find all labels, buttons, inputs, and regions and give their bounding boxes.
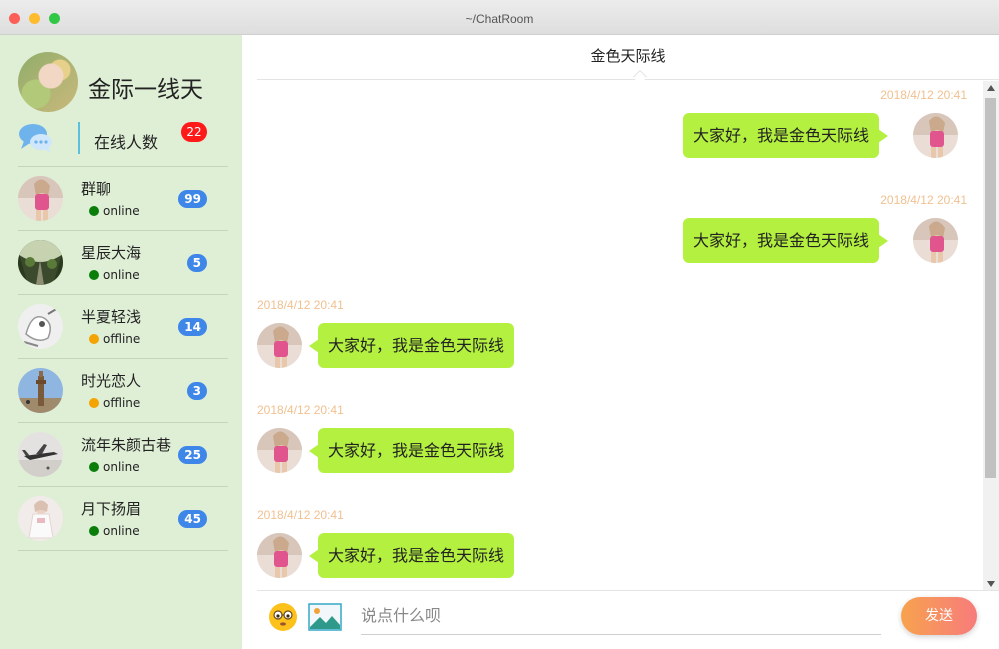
message-bubble: 大家好，我是金色天际线 bbox=[308, 323, 515, 368]
unread-badge: 14 bbox=[178, 318, 207, 336]
message-scrollbar[interactable] bbox=[983, 81, 999, 591]
contact-status: offline bbox=[89, 332, 140, 346]
unread-badge: 25 bbox=[178, 446, 207, 464]
status-dot bbox=[89, 270, 99, 280]
contact-item[interactable]: 月下扬眉 online 45 bbox=[18, 487, 228, 551]
contact-avatar bbox=[18, 240, 63, 285]
chat-panel: 金色天际线 2018/4/12 20:41 大家好，我是金色天际线 2018/4… bbox=[242, 35, 999, 649]
message-item: 2018/4/12 20:41 大家好，我是金色天际线 bbox=[242, 291, 983, 391]
contact-avatar bbox=[18, 496, 63, 541]
status-dot bbox=[89, 206, 99, 216]
sidebar: 金际一线天 在线人数 22 群聊 online 99 星辰大海 online 5… bbox=[0, 35, 242, 649]
contact-status: online bbox=[89, 524, 140, 538]
contact-status-text: offline bbox=[103, 396, 141, 410]
scroll-up-arrow[interactable] bbox=[987, 85, 995, 91]
status-dot bbox=[89, 526, 99, 536]
message-avatar[interactable] bbox=[913, 218, 958, 263]
status-dot bbox=[89, 334, 99, 344]
message-item: 2018/4/12 20:41 大家好，我是金色天际线 bbox=[242, 501, 983, 589]
message-input[interactable] bbox=[361, 597, 881, 635]
chat-bubbles-icon bbox=[19, 124, 52, 153]
message-bubble: 大家好，我是金色天际线 bbox=[308, 428, 515, 473]
message-timestamp: 2018/4/12 20:41 bbox=[257, 508, 344, 522]
contact-status-text: online bbox=[103, 524, 140, 538]
window-titlebar: ~/ChatRoom bbox=[0, 0, 999, 35]
online-count-label: 在线人数 bbox=[94, 133, 159, 152]
my-avatar[interactable] bbox=[18, 52, 78, 112]
unread-badge: 99 bbox=[178, 190, 207, 208]
contact-name: 月下扬眉 bbox=[81, 500, 142, 518]
message-avatar[interactable] bbox=[257, 323, 302, 368]
window-title: ~/ChatRoom bbox=[465, 12, 534, 26]
message-avatar[interactable] bbox=[257, 533, 302, 578]
contact-item[interactable]: 半夏轻浅 offline 14 bbox=[18, 295, 228, 359]
scroll-down-arrow[interactable] bbox=[987, 581, 995, 587]
message-avatar[interactable] bbox=[913, 113, 958, 158]
message-avatar[interactable] bbox=[257, 428, 302, 473]
contact-item[interactable]: 星辰大海 online 5 bbox=[18, 231, 228, 295]
image-landscape-icon[interactable] bbox=[308, 603, 342, 631]
my-username: 金际一线天 bbox=[88, 77, 203, 103]
contact-avatar bbox=[18, 176, 63, 221]
contact-status-text: online bbox=[103, 460, 140, 474]
status-dot bbox=[89, 398, 99, 408]
message-bubble: 大家好，我是金色天际线 bbox=[682, 218, 889, 263]
online-count-badge: 22 bbox=[181, 122, 207, 142]
message-timestamp: 2018/4/12 20:41 bbox=[880, 88, 967, 102]
contact-name: 群聊 bbox=[81, 180, 112, 198]
status-dot bbox=[89, 462, 99, 472]
divider bbox=[78, 122, 80, 154]
message-item: 2018/4/12 20:41 大家好，我是金色天际线 bbox=[242, 186, 983, 286]
contact-status: online bbox=[89, 268, 140, 282]
scrollbar-thumb[interactable] bbox=[985, 98, 996, 478]
message-item: 2018/4/12 20:41 大家好，我是金色天际线 bbox=[242, 81, 983, 181]
unread-badge: 3 bbox=[186, 382, 207, 400]
contact-item[interactable]: 时光恋人 offline 3 bbox=[18, 359, 228, 423]
contact-name: 半夏轻浅 bbox=[81, 308, 142, 326]
contact-status-text: online bbox=[103, 204, 140, 218]
contact-item[interactable]: 流年朱颜古巷 online 25 bbox=[18, 423, 228, 487]
message-timestamp: 2018/4/12 20:41 bbox=[880, 193, 967, 207]
contact-avatar bbox=[18, 432, 63, 477]
contact-name: 时光恋人 bbox=[81, 372, 142, 390]
unread-badge: 45 bbox=[178, 510, 207, 528]
chat-title: 金色天际线 bbox=[590, 47, 666, 65]
chat-header: 金色天际线 bbox=[257, 35, 999, 85]
contact-name: 星辰大海 bbox=[81, 244, 142, 262]
contact-status: online bbox=[89, 204, 140, 218]
contact-status-text: offline bbox=[103, 332, 141, 346]
contact-list: 群聊 online 99 星辰大海 online 5 半夏轻浅 offline … bbox=[18, 167, 228, 551]
message-timestamp: 2018/4/12 20:41 bbox=[257, 403, 344, 417]
contact-status: online bbox=[89, 460, 140, 474]
online-users-row: 在线人数 22 bbox=[18, 122, 228, 164]
contact-name: 流年朱颜古巷 bbox=[81, 436, 172, 454]
unread-badge: 5 bbox=[186, 254, 207, 272]
contact-avatar bbox=[18, 304, 63, 349]
message-list[interactable]: 2018/4/12 20:41 大家好，我是金色天际线 2018/4/12 20… bbox=[242, 81, 983, 589]
message-timestamp: 2018/4/12 20:41 bbox=[257, 298, 344, 312]
emoji-face-icon[interactable] bbox=[268, 602, 298, 632]
send-button[interactable]: 发送 bbox=[901, 597, 977, 635]
message-item: 2018/4/12 20:41 大家好，我是金色天际线 bbox=[242, 396, 983, 496]
message-composer: 发送 bbox=[257, 590, 999, 649]
message-bubble: 大家好，我是金色天际线 bbox=[308, 533, 515, 578]
contact-status: offline bbox=[89, 396, 140, 410]
message-bubble: 大家好，我是金色天际线 bbox=[682, 113, 889, 158]
contact-avatar bbox=[18, 368, 63, 413]
contact-status-text: online bbox=[103, 268, 140, 282]
contact-item[interactable]: 群聊 online 99 bbox=[18, 167, 228, 231]
